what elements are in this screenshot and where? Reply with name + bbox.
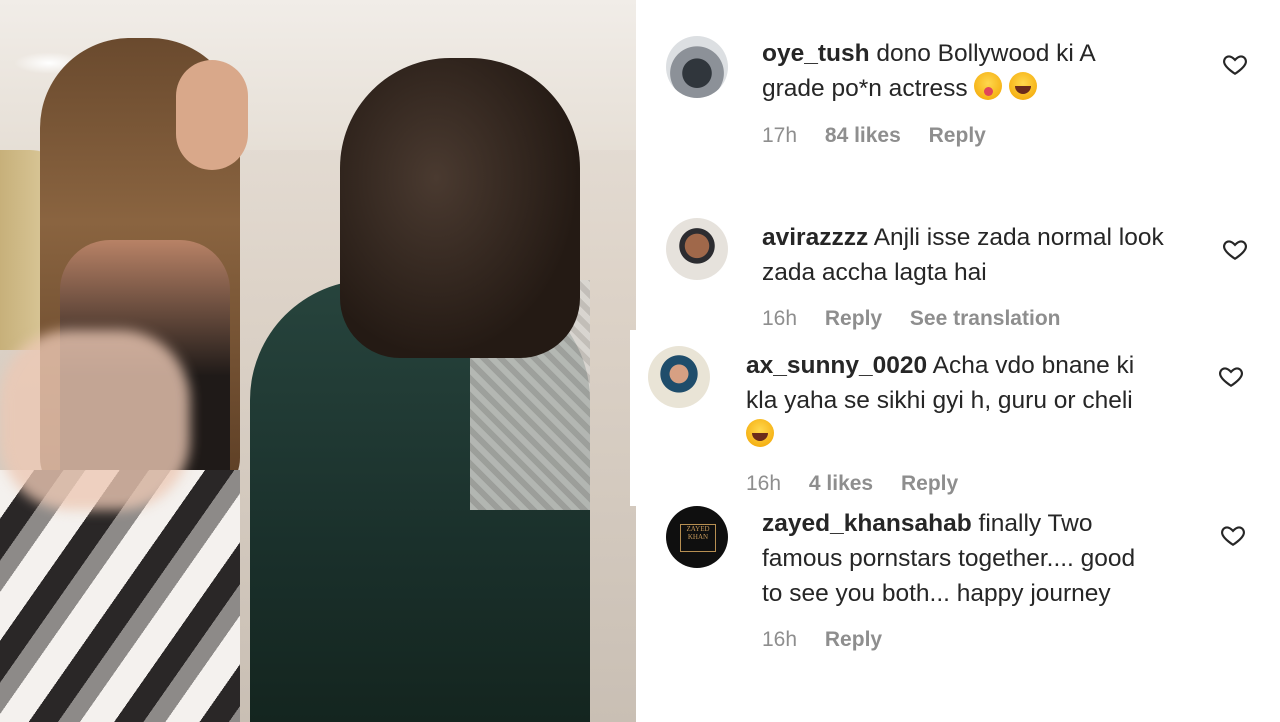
comment-meta: 16h Reply See translation [762,307,1082,331]
post-media[interactable] [0,0,636,722]
face-with-tongue-emoji [974,72,1003,100]
username[interactable]: ax_sunny_0020 [746,352,927,379]
timestamp: 16h [762,307,798,330]
comment-text: zayed_khansahab finally Two famous porns… [762,510,1136,607]
reply-button[interactable]: Reply [825,628,882,651]
timestamp: 16h [746,472,782,495]
heart-outline-icon[interactable] [1222,51,1248,77]
avatar[interactable] [666,36,728,98]
comment-meta: 16h Reply [762,628,904,652]
heart-outline-icon[interactable] [1218,363,1244,389]
person-left-face [176,60,248,170]
brand-logo: ZAYED KHAN [680,524,716,552]
tears-of-joy-emoji [1009,72,1038,100]
timestamp: 16h [762,628,798,651]
reply-button[interactable]: Reply [929,124,986,147]
comment-meta: 16h 4 likes Reply [746,472,980,496]
tears-of-joy-emoji [746,419,774,447]
blurred-hand [0,330,190,510]
username[interactable]: avirazzzz [762,224,868,251]
avatar[interactable] [666,218,728,280]
reply-button[interactable]: Reply [901,472,958,495]
likes-count[interactable]: 84 likes [825,124,901,147]
heart-outline-icon[interactable] [1222,236,1248,262]
avatar[interactable] [648,346,710,408]
heart-outline-icon[interactable] [1220,522,1246,548]
username[interactable]: zayed_khansahab [762,510,972,537]
avatar[interactable]: ZAYED KHAN [666,506,728,568]
comment-text: ax_sunny_0020 Acha vdo bnane ki kla yaha… [746,348,1216,453]
timestamp: 17h [762,124,798,147]
comment-text: oye_tush dono Bollywood ki A grade po*n … [762,40,1096,102]
reply-button[interactable]: Reply [825,307,882,330]
likes-count[interactable]: 4 likes [809,472,873,495]
person-right-hair [340,58,580,358]
comment-text: avirazzzz Anjli isse zada normal look za… [762,224,1164,286]
see-translation-button[interactable]: See translation [910,307,1061,330]
username[interactable]: oye_tush [762,40,870,67]
comment-meta: 17h 84 likes Reply [762,124,1008,148]
